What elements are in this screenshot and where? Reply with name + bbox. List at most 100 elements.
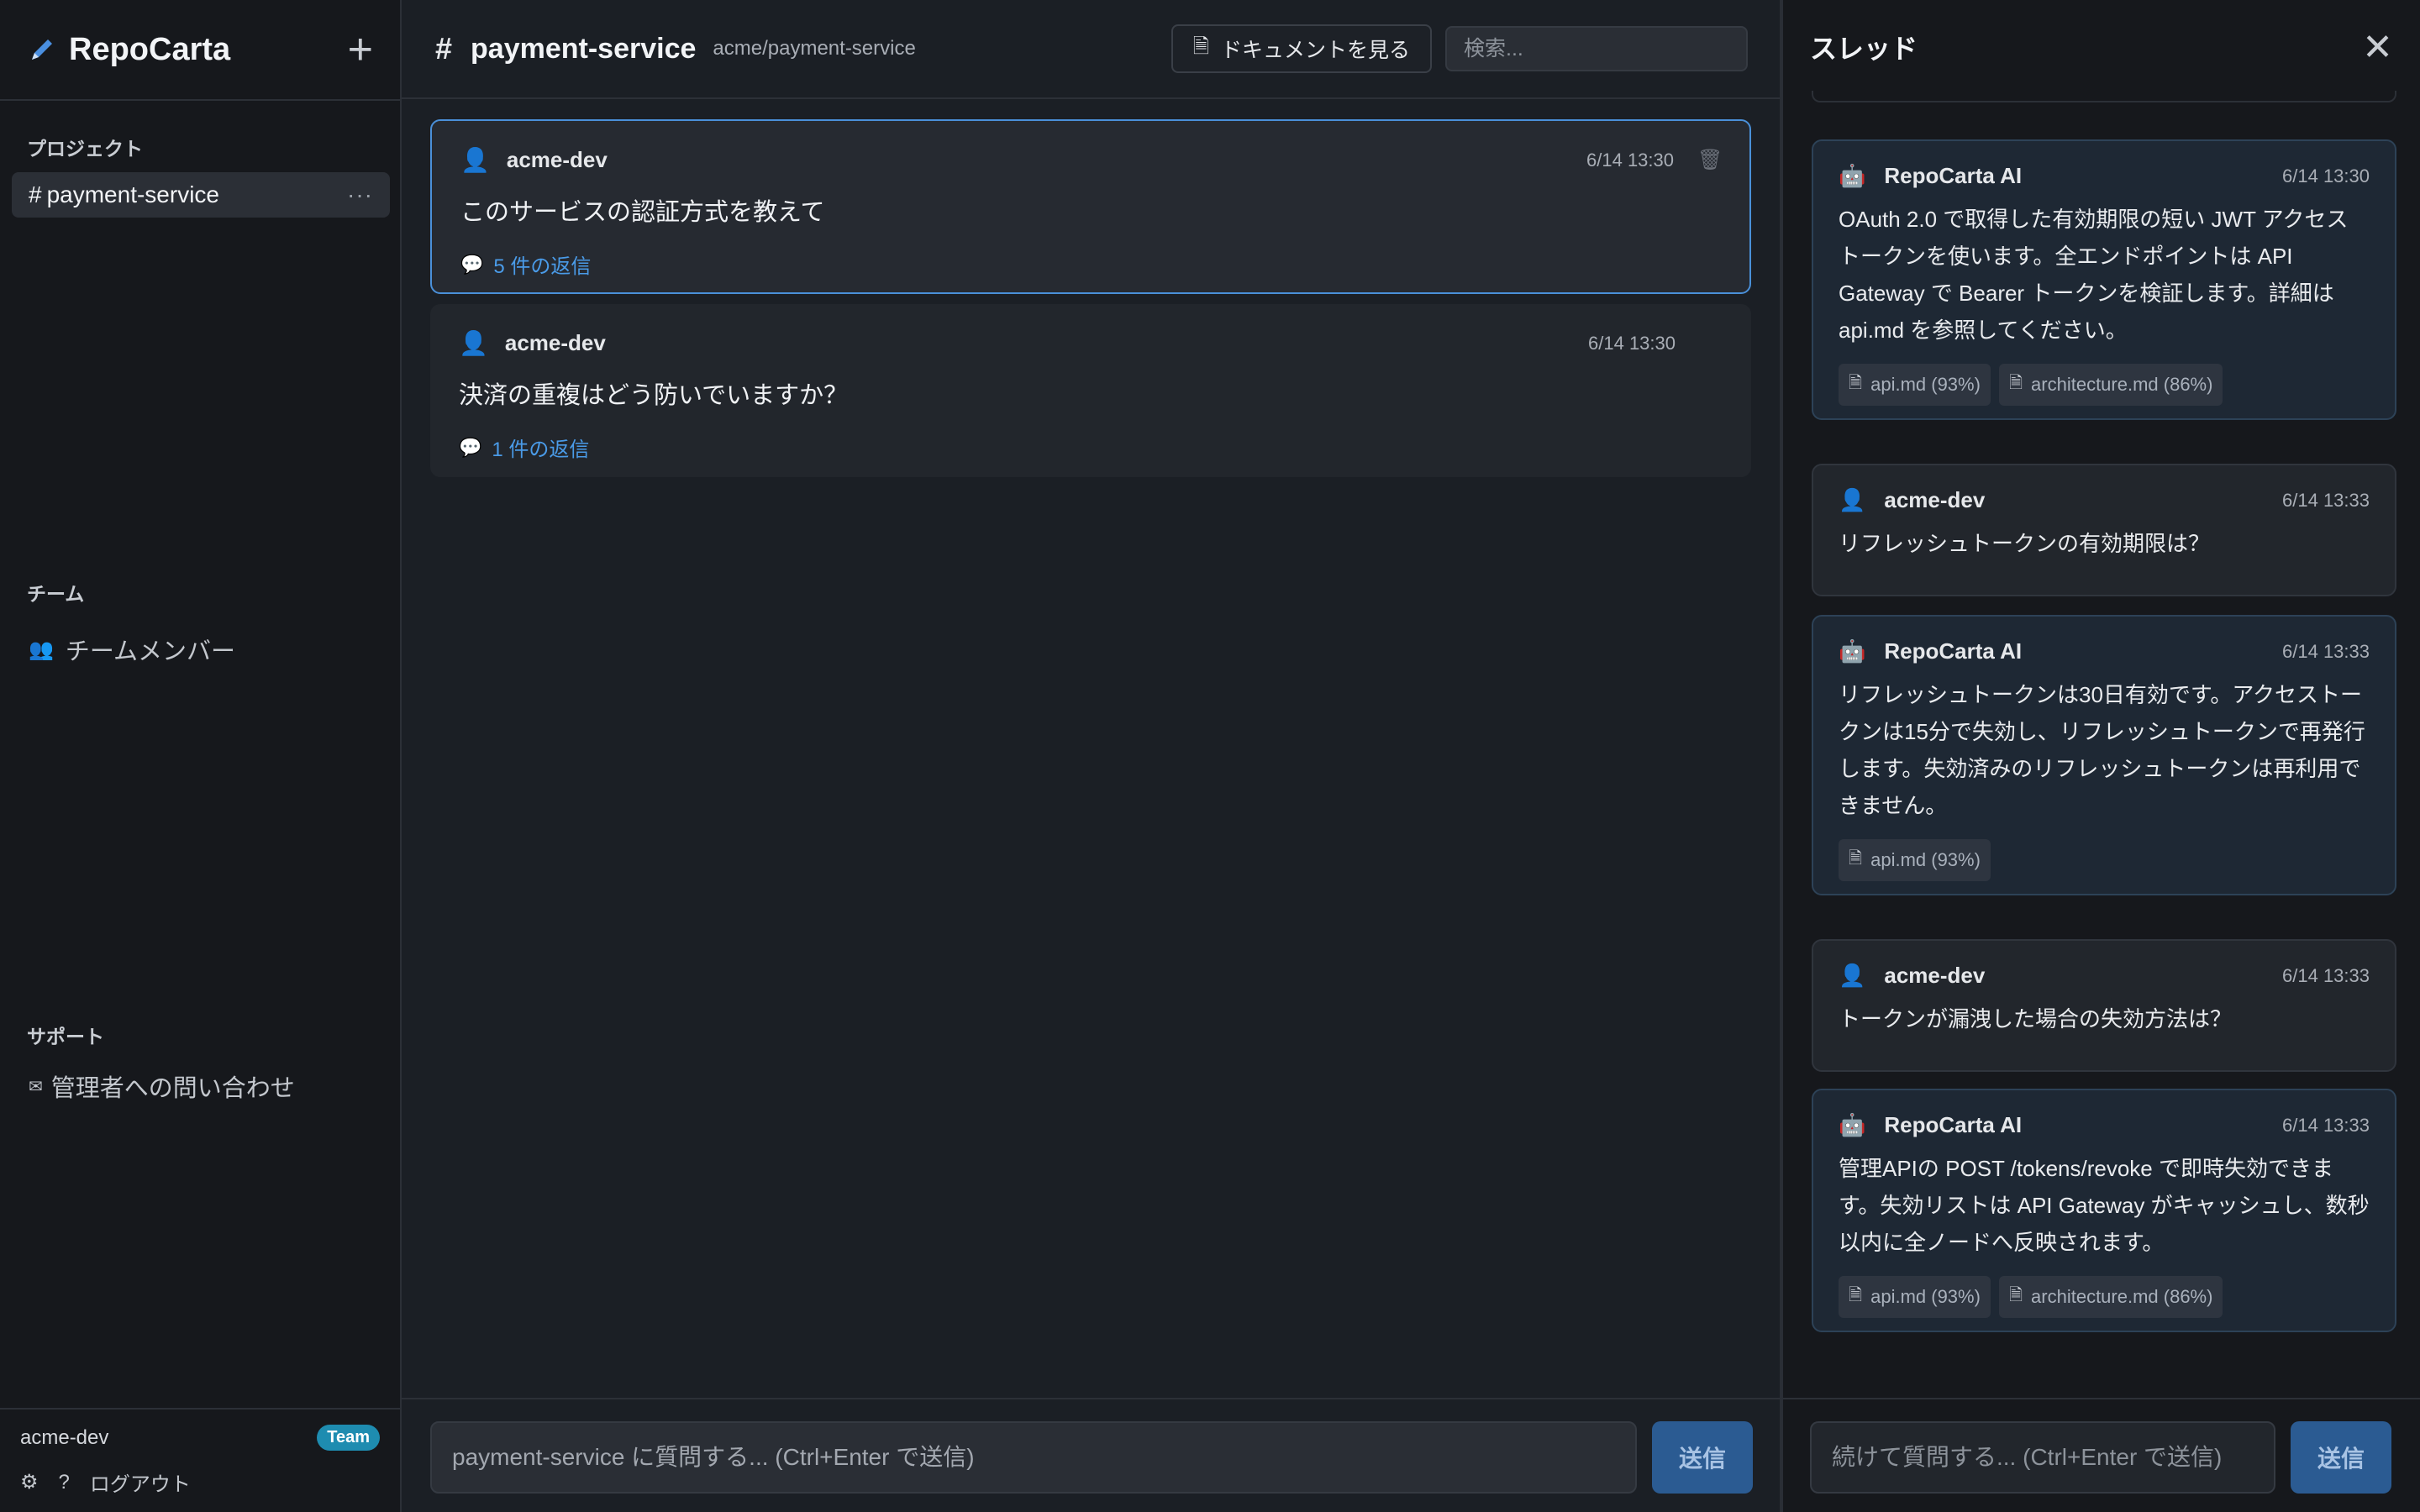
replies-link[interactable]: 💬 1 件の返信	[459, 433, 1723, 462]
file-icon: 🗎	[1192, 34, 1209, 58]
message-text: 管理APIの POST /tokens/revoke で即時失効できます。失効リ…	[1839, 1156, 2370, 1255]
message-text: このサービスの認証方式を教えて	[460, 199, 825, 226]
thread-message-ai: 🤖 RepoCarta AI 6/14 13:33 リフレッシュトークンは30日…	[1812, 615, 2396, 895]
message-time: 6/14 13:33	[2282, 489, 2370, 511]
message-card[interactable]: 👤 acme-dev 6/14 13:30 🗑 このサービスの認証方式を教えて …	[430, 119, 1751, 294]
support-section-title: サポート	[27, 1026, 104, 1047]
message-time: 6/14 13:30	[1588, 332, 1676, 354]
thread-message-user: 👤 acme-dev 6/14 13:33 トークンが漏洩した場合の失効方法は？	[1812, 939, 2396, 1072]
thread-message-user: 👤 acme-dev 6/14 13:33 リフレッシュトークンの有効期限は？	[1812, 464, 2396, 596]
source-label: api.md (93%)	[1870, 849, 1981, 870]
send-button[interactable]: 送信	[1652, 1421, 1753, 1494]
source-chip[interactable]: 🗎 api.md (93%)	[1839, 1276, 1991, 1318]
user-icon: 👤	[460, 147, 490, 173]
source-chip[interactable]: 🗎 architecture.md (86%)	[1998, 364, 2223, 406]
speech-bubble-icon: 💬	[459, 436, 482, 458]
message-author: acme-dev	[506, 147, 608, 172]
message-composer: 送信	[402, 1398, 1780, 1512]
robot-icon: 🤖	[1839, 638, 1866, 664]
message-time: 6/14 13:33	[2282, 964, 2370, 986]
projects-section-title: プロジェクト	[27, 138, 143, 160]
team-section-title: チーム	[27, 583, 85, 605]
message-author: acme-dev	[1884, 487, 1986, 512]
replies-link[interactable]: 💬 5 件の返信	[460, 249, 1721, 279]
thread-message-ai: 🤖 RepoCarta AI 6/14 13:30 OAuth 2.0 で取得し…	[1812, 139, 2396, 420]
source-chip[interactable]: 🗎 api.md (93%)	[1839, 364, 1991, 406]
sidebar-header: RepoCarta +	[0, 0, 400, 101]
source-label: architecture.md (86%)	[2031, 1286, 2213, 1307]
source-label: architecture.md (86%)	[2031, 374, 2213, 395]
settings-icon[interactable]: ⚙	[20, 1470, 39, 1494]
trash-icon[interactable]: 🗑	[1697, 148, 1723, 172]
project-name: payment-service	[46, 181, 219, 207]
hash-icon: #	[435, 31, 453, 66]
help-button[interactable]: ?	[59, 1471, 70, 1494]
message-text: リフレッシュトークンの有効期限は？	[1839, 531, 2211, 556]
message-time: 6/14 13:33	[2282, 1114, 2370, 1136]
source-chip[interactable]: 🗎 architecture.md (86%)	[1998, 1276, 2223, 1318]
channel-header: # payment-service acme/payment-service 🗎…	[402, 0, 1780, 99]
message-author: acme-dev	[504, 330, 606, 355]
replies-count: 1 件の返信	[492, 438, 590, 461]
sidebar-item-label: チームメンバー	[65, 638, 236, 665]
file-icon: 🗎	[2008, 1286, 2023, 1305]
repo-path: acme/payment-service	[713, 37, 916, 60]
close-icon[interactable]: ✕	[2362, 26, 2393, 69]
sidebar: RepoCarta + プロジェクト # payment-service ···…	[0, 0, 402, 1512]
message-text: トークンが漏洩した場合の失効方法は？	[1839, 1006, 2233, 1032]
file-icon: 🗎	[1849, 1286, 1863, 1305]
previous-message-edge	[1812, 91, 2396, 102]
add-project-button[interactable]: +	[348, 28, 373, 71]
view-docs-label: ドキュメントを見る	[1220, 39, 1410, 62]
thread-title: スレッド	[1810, 34, 1918, 64]
message-card[interactable]: 👤 acme-dev 6/14 13:30 決済の重複はどう防いでいますか？ 💬…	[430, 304, 1751, 477]
logout-button[interactable]: ログアウト	[90, 1467, 191, 1497]
main-panel: # payment-service acme/payment-service 🗎…	[402, 0, 1780, 1512]
search-input[interactable]	[1445, 26, 1748, 71]
message-author: acme-dev	[1884, 963, 1986, 988]
speech-bubble-icon: 💬	[460, 253, 484, 275]
sidebar-item-payment-service[interactable]: # payment-service ···	[12, 172, 390, 218]
pencil-logo-icon	[32, 39, 52, 60]
thread-panel: スレッド ✕ 🤖 RepoCarta AI 6/14 13:30 OAuth 2…	[1780, 0, 2420, 1512]
sidebar-item-contact-admin[interactable]: ✉ 管理者への問い合わせ	[29, 1068, 295, 1104]
message-author: RepoCarta AI	[1884, 163, 2023, 188]
robot-icon: 🤖	[1839, 1112, 1866, 1137]
app-title: RepoCarta	[69, 31, 231, 67]
replies-count: 5 件の返信	[493, 255, 592, 278]
user-icon: 👤	[1839, 963, 1866, 988]
thread-send-button[interactable]: 送信	[2291, 1421, 2391, 1494]
mail-icon: ✉	[29, 1077, 43, 1096]
sidebar-footer: acme-dev Team ⚙ ? ログアウト	[0, 1408, 400, 1512]
question-input[interactable]	[430, 1421, 1637, 1494]
robot-icon: 🤖	[1839, 163, 1866, 188]
sidebar-item-label: 管理者への問い合わせ	[50, 1075, 295, 1102]
source-label: api.md (93%)	[1870, 374, 1981, 395]
message-author: RepoCarta AI	[1884, 1112, 2023, 1137]
thread-composer: 送信	[1783, 1398, 2420, 1512]
people-icon: 👥	[29, 638, 54, 661]
file-icon: 🗎	[2008, 374, 2023, 392]
message-time: 6/14 13:33	[2282, 640, 2370, 662]
file-icon: 🗎	[1849, 849, 1863, 868]
message-text: リフレッシュトークンは30日有効です。アクセストークンは15分で失効し、リフレッ…	[1839, 682, 2365, 818]
plan-badge: Team	[317, 1425, 380, 1451]
current-user: acme-dev	[20, 1425, 109, 1449]
sidebar-item-team-members[interactable]: 👥 チームメンバー	[29, 632, 235, 667]
source-label: api.md (93%)	[1870, 1286, 1981, 1307]
view-docs-button[interactable]: 🗎 ドキュメントを見る	[1171, 24, 1432, 73]
channel-name: payment-service	[471, 32, 697, 65]
user-icon: 👤	[1839, 487, 1866, 512]
more-options-icon[interactable]: ···	[347, 181, 373, 208]
message-time: 6/14 13:30	[2282, 165, 2370, 186]
message-text: 決済の重複はどう防いでいますか？	[459, 382, 849, 409]
source-chip[interactable]: 🗎 api.md (93%)	[1839, 839, 1991, 881]
message-text: OAuth 2.0 で取得した有効期限の短い JWT アクセストークンを使います…	[1839, 207, 2349, 343]
file-icon: 🗎	[1849, 374, 1863, 392]
message-author: RepoCarta AI	[1884, 638, 2023, 664]
user-icon: 👤	[459, 330, 488, 356]
message-time: 6/14 13:30	[1586, 149, 1674, 171]
thread-question-input[interactable]	[1810, 1421, 2275, 1494]
thread-message-ai: 🤖 RepoCarta AI 6/14 13:33 管理APIの POST /t…	[1812, 1089, 2396, 1332]
thread-header: スレッド ✕	[1783, 0, 2420, 94]
